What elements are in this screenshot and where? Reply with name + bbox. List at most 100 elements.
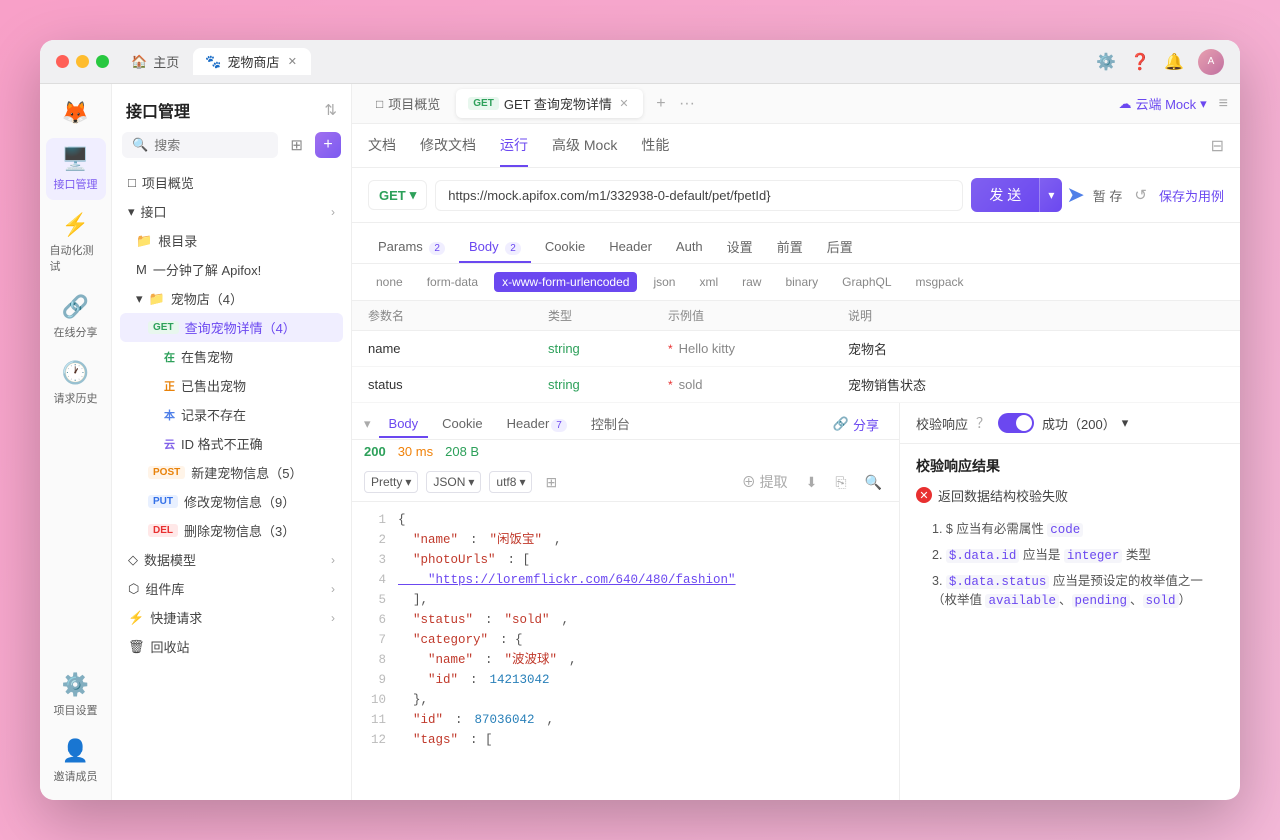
filter-icon[interactable]: ⊞ bbox=[286, 132, 307, 158]
download-icon[interactable]: ⬇ bbox=[801, 471, 823, 494]
menu-button[interactable]: ≡ bbox=[1219, 95, 1228, 113]
validate-status[interactable]: 成功（200） ▾ bbox=[1042, 414, 1128, 433]
share-button[interactable]: 🔗 分享 bbox=[825, 411, 887, 438]
body-type-binary[interactable]: binary bbox=[777, 272, 826, 292]
params-tab-header[interactable]: Header bbox=[599, 233, 662, 262]
code-line-10: 10 }, bbox=[368, 690, 883, 710]
sidebar-item-history[interactable]: 🕐 请求历史 bbox=[46, 352, 106, 414]
search-input-wrap[interactable]: 🔍 bbox=[122, 132, 278, 158]
params-tab-cookie[interactable]: Cookie bbox=[535, 233, 595, 262]
sub-tab-advanced-mock[interactable]: 高级 Mock bbox=[552, 125, 617, 167]
body-type-msgpack[interactable]: msgpack bbox=[908, 272, 972, 292]
tab-home[interactable]: 🏠 主页 bbox=[121, 48, 189, 75]
sidebar-item-share[interactable]: 🔗 在线分享 bbox=[46, 286, 106, 348]
tab-project-overview[interactable]: □ 项目概览 bbox=[364, 89, 452, 118]
response-tab-header[interactable]: Header7 bbox=[497, 411, 577, 438]
method-select[interactable]: GET ▾ bbox=[368, 180, 427, 210]
sub-tab-run[interactable]: 运行 bbox=[500, 125, 528, 167]
params-tab-post[interactable]: 后置 bbox=[817, 231, 863, 264]
tree-item-notfound[interactable]: 本 记录不存在 bbox=[120, 400, 343, 429]
code-area[interactable]: 1 { 2 "name": "闲饭宝", 3 "photoUrls": [ bbox=[352, 502, 899, 800]
validate-toggle[interactable] bbox=[998, 413, 1034, 433]
body-type-formdata[interactable]: form-data bbox=[419, 272, 486, 292]
params-tab-body[interactable]: Body 2 bbox=[459, 233, 531, 263]
tab-get-pet-detail[interactable]: GET GET 查询宠物详情 ✕ bbox=[456, 89, 643, 118]
pretty-select[interactable]: Pretty ▾ bbox=[364, 471, 418, 493]
send-dropdown-button[interactable]: ▾ bbox=[1039, 178, 1062, 212]
format-icon[interactable]: ⊞ bbox=[540, 471, 562, 494]
add-tab-button[interactable]: + bbox=[647, 90, 675, 118]
params-tab-auth[interactable]: Auth bbox=[666, 233, 713, 262]
tree-item-post-pet[interactable]: POST 新建宠物信息（5） bbox=[120, 458, 343, 487]
params-tab-settings[interactable]: 设置 bbox=[717, 231, 763, 264]
sub-tab-performance[interactable]: 性能 bbox=[641, 125, 669, 167]
sidebar-item-api[interactable]: 🖥️ 接口管理 bbox=[46, 138, 106, 200]
sub-tab-edit-docs[interactable]: 修改文档 bbox=[420, 125, 476, 167]
tree-item-api-section[interactable]: ▾ 接口 › bbox=[120, 197, 343, 226]
url-input[interactable] bbox=[435, 180, 963, 211]
body-type-xml[interactable]: xml bbox=[691, 272, 726, 292]
help-icon[interactable]: ❓ bbox=[1130, 52, 1150, 72]
utf8-select[interactable]: utf8 ▾ bbox=[489, 471, 532, 493]
tree-item-petstore[interactable]: ▾ 📁 宠物店（4） bbox=[120, 284, 343, 313]
sub-tab-docs[interactable]: 文档 bbox=[368, 125, 396, 167]
tree-item-quick-request[interactable]: ⚡ 快捷请求 › bbox=[120, 603, 343, 632]
code-code: code bbox=[1047, 523, 1083, 537]
tree-item-onsale[interactable]: 在 在售宠物 bbox=[120, 342, 343, 371]
validate-question-icon[interactable]: ？ bbox=[976, 413, 990, 433]
extract-icon[interactable]: ⊕ 提取 bbox=[737, 469, 793, 495]
tree-item-put-pet[interactable]: PUT 修改宠物信息（9） bbox=[120, 487, 343, 516]
tree-label-notfound: 记录不存在 bbox=[181, 405, 246, 424]
send-button[interactable]: 发 送 bbox=[971, 178, 1039, 212]
sidebar-search: 🔍 ⊞ + bbox=[112, 132, 351, 168]
split-view-icon[interactable]: ⊟ bbox=[1211, 136, 1224, 156]
response-tab-cookie[interactable]: Cookie bbox=[432, 411, 492, 438]
tree-item-data-model[interactable]: ◇ 数据模型 › bbox=[120, 545, 343, 574]
body-type-raw[interactable]: raw bbox=[734, 272, 769, 292]
avatar[interactable]: A bbox=[1198, 49, 1224, 75]
tree-item-sold[interactable]: 正 已售出宠物 bbox=[120, 371, 343, 400]
sidebar-item-auto[interactable]: ⚡ 自动化测试 bbox=[46, 204, 106, 282]
close-button[interactable] bbox=[56, 55, 69, 68]
tree-item-id-error[interactable]: 云 ID 格式不正确 bbox=[120, 429, 343, 458]
body-type-graphql[interactable]: GraphQL bbox=[834, 272, 899, 292]
tree-item-trash[interactable]: 🗑 回收站 bbox=[120, 632, 343, 661]
tab-get-close[interactable]: ✕ bbox=[617, 97, 631, 111]
bell-icon[interactable]: 🔔 bbox=[1164, 52, 1184, 72]
params-tab-params[interactable]: Params 2 bbox=[368, 233, 455, 263]
save-example-button[interactable]: 保存为用例 bbox=[1159, 186, 1224, 205]
add-button[interactable]: + bbox=[315, 132, 341, 158]
sidebar-item-invite[interactable]: 👤 邀请成员 bbox=[46, 730, 106, 792]
cloud-mock-selector[interactable]: ☁ 云端 Mock ▾ bbox=[1110, 90, 1214, 117]
copy-icon[interactable]: ⎘ bbox=[830, 471, 851, 494]
tree-item-del-pet[interactable]: DEL 删除宠物信息（3） bbox=[120, 516, 343, 545]
fullscreen-button[interactable] bbox=[96, 55, 109, 68]
tree-item-apifox-intro[interactable]: M 一分钟了解 Apifox! bbox=[120, 255, 343, 284]
tree-item-components[interactable]: ⬡ 组件库 › bbox=[120, 574, 343, 603]
search-input[interactable] bbox=[154, 138, 268, 153]
tree-item-overview[interactable]: □ 项目概览 bbox=[120, 168, 343, 197]
response-tab-body[interactable]: Body bbox=[379, 411, 429, 438]
params-tab-pre[interactable]: 前置 bbox=[767, 231, 813, 264]
tree-item-get-pet[interactable]: GET 查询宠物详情（4） bbox=[120, 313, 343, 342]
collapse-icon[interactable]: ▾ bbox=[364, 416, 371, 432]
search-code-icon[interactable]: 🔍 bbox=[860, 471, 887, 494]
body-type-json[interactable]: json bbox=[645, 272, 683, 292]
invite-icon: 👤 bbox=[62, 738, 89, 764]
sidebar-item-project[interactable]: ⚙️ 项目设置 bbox=[46, 664, 106, 726]
sidebar-sort-icon[interactable]: ⇅ bbox=[324, 101, 337, 119]
tab-close-button[interactable]: ✕ bbox=[285, 55, 299, 69]
minimize-button[interactable] bbox=[76, 55, 89, 68]
api-section-arrow: › bbox=[331, 205, 335, 219]
response-tab-console[interactable]: 控制台 bbox=[581, 409, 640, 440]
more-tabs-button[interactable]: ··· bbox=[679, 95, 695, 113]
settings-icon[interactable]: ⚙️ bbox=[1096, 52, 1116, 72]
body-type-urlencoded[interactable]: x-www-form-urlencoded bbox=[494, 272, 637, 292]
json-select[interactable]: JSON ▾ bbox=[426, 471, 481, 493]
tab-pet-store[interactable]: 🐾 宠物商店 ✕ bbox=[193, 48, 311, 75]
tree-item-root[interactable]: 📁 根目录 bbox=[120, 226, 343, 255]
body-type-none[interactable]: none bbox=[368, 272, 411, 292]
refresh-icon[interactable]: ↺ bbox=[1134, 186, 1147, 204]
save-temp-button[interactable]: 暂 存 bbox=[1093, 186, 1123, 205]
line-number: 4 bbox=[368, 570, 386, 590]
